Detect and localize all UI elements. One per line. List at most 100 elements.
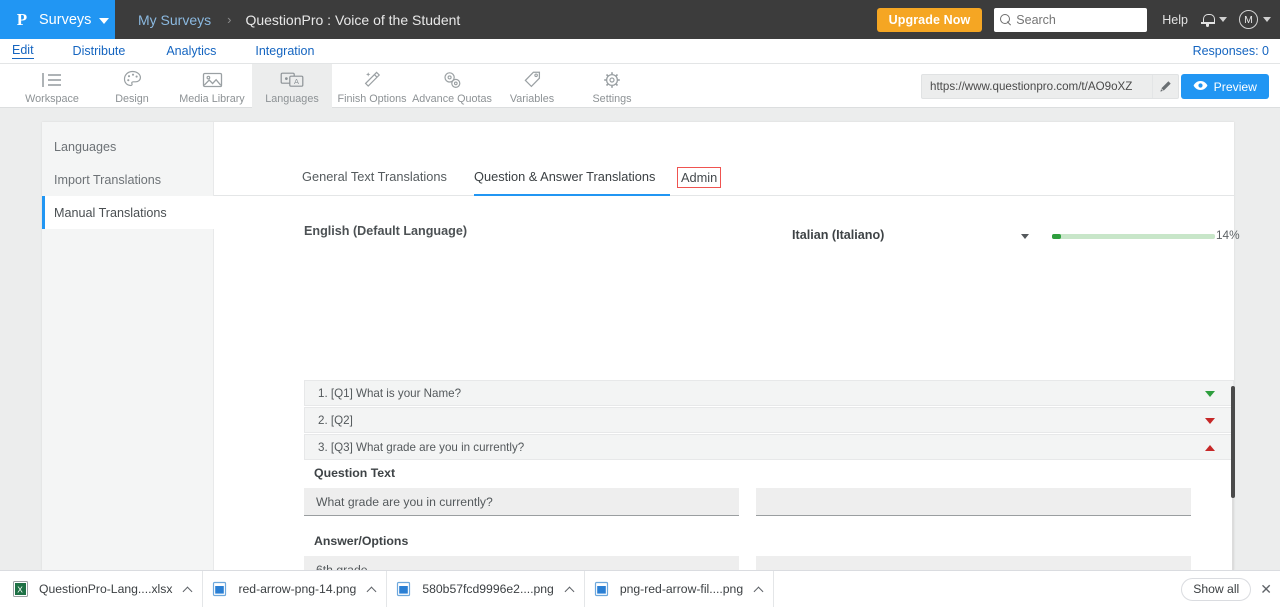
tab-admin[interactable]: Admin (677, 167, 722, 188)
answer-option-source-value: 6th grade (316, 562, 368, 571)
nav-tab-integration[interactable]: Integration (255, 44, 314, 59)
sidebar-item-languages[interactable]: Languages (42, 130, 213, 163)
chevron-down-icon (1021, 234, 1029, 239)
download-file-name: red-arrow-png-14.png (238, 582, 357, 596)
question-row-q1[interactable]: 1. [Q1] What is your Name? (304, 380, 1234, 406)
toolbar-item-settings[interactable]: Settings (572, 64, 652, 108)
chevron-up-icon[interactable] (368, 585, 377, 594)
target-language-value: Italian (Italiano) (792, 228, 885, 242)
translation-progress-bar (1052, 234, 1215, 239)
survey-url-field[interactable]: https://www.questionpro.com/t/AO9oXZ (921, 74, 1179, 99)
answer-option-row: 6th grade (304, 556, 1234, 570)
answer-options-label: Answer/Options (314, 534, 409, 548)
search-box[interactable] (994, 7, 1148, 32)
breadcrumb: My Surveys › QuestionPro : Voice of the … (138, 12, 460, 28)
brand-surveys-menu[interactable]: P Surveys (0, 0, 115, 39)
question-text-label: Question Text (314, 466, 396, 480)
target-language-select[interactable]: Italian (Italiano) (792, 222, 1035, 246)
toolbar-item-variables[interactable]: Variables (492, 64, 572, 108)
workspace-list-icon (41, 69, 63, 90)
toolbar-item-advance-quotas[interactable]: Advance Quotas (412, 64, 492, 108)
download-item[interactable]: png-red-arrow-fil....png (585, 570, 775, 607)
toolbar-item-finish-options[interactable]: Finish Options (332, 64, 412, 108)
toolbar-label: Settings (592, 93, 632, 105)
chevron-down-icon[interactable] (1205, 391, 1215, 397)
breadcrumb-my-surveys[interactable]: My Surveys (138, 12, 211, 28)
question-row-q2[interactable]: 2. [Q2] (304, 407, 1234, 433)
upgrade-now-button[interactable]: Upgrade Now (876, 7, 983, 32)
chevron-down-icon[interactable] (1205, 418, 1215, 424)
tab-question-answer-translations[interactable]: Question & Answer Translations (474, 166, 670, 196)
tag-icon (523, 69, 542, 90)
image-file-icon (396, 581, 411, 597)
chevron-down-icon (1219, 17, 1227, 22)
question-row-q3[interactable]: 3. [Q3] What grade are you in currently? (304, 434, 1234, 460)
answer-option-target-field[interactable] (756, 556, 1191, 570)
download-file-name: png-red-arrow-fil....png (619, 582, 744, 596)
question-row-label: 2. [Q2] (318, 413, 353, 427)
pencil-icon[interactable] (1152, 75, 1178, 98)
question-detail-q3: Question Text What grade are you in curr… (304, 466, 1234, 570)
preview-label: Preview (1213, 79, 1257, 94)
close-icon[interactable]: ✕ (1260, 581, 1272, 598)
download-item[interactable]: red-arrow-png-14.png (203, 570, 388, 607)
nav-tab-analytics[interactable]: Analytics (166, 44, 216, 59)
question-text-source-value: What grade are you in currently? (316, 494, 493, 509)
toolbar-label: Workspace (25, 93, 79, 105)
question-text-target-field[interactable] (756, 488, 1191, 516)
palette-icon (123, 69, 142, 90)
search-input[interactable] (1016, 12, 1135, 27)
sidebar-item-label: Import Translations (54, 172, 162, 187)
translate-icon: ● A (280, 69, 304, 90)
magic-wand-icon (362, 69, 382, 90)
question-text-row: What grade are you in currently? (304, 488, 1234, 516)
notifications-menu[interactable] (1201, 13, 1227, 27)
answer-option-source-field[interactable]: 6th grade (304, 556, 739, 570)
search-icon (1000, 13, 1012, 26)
toolbar-item-design[interactable]: Design (92, 64, 172, 108)
show-all-downloads-button[interactable]: Show all (1181, 577, 1252, 601)
download-file-name: 580b57fcd9996e2....png (422, 582, 554, 596)
sidebar-item-manual-translations[interactable]: Manual Translations (42, 196, 215, 229)
chevron-down-icon[interactable] (99, 17, 110, 24)
avatar: M (1239, 10, 1258, 29)
section-nav: Edit Distribute Analytics Integration Re… (0, 39, 1280, 64)
question-text-target-input[interactable] (768, 494, 1178, 509)
account-menu[interactable]: M (1239, 10, 1271, 29)
answer-option-target-input[interactable] (768, 562, 1178, 570)
download-item[interactable]: 580b57fcd9996e2....png (387, 570, 585, 607)
toolbar-item-languages[interactable]: ● A Languages (252, 64, 332, 108)
help-link[interactable]: Help (1162, 13, 1188, 27)
preview-button[interactable]: Preview (1180, 74, 1269, 99)
chevron-up-icon[interactable] (755, 585, 764, 594)
translation-tabs: General Text Translations Question & Ans… (214, 166, 1234, 196)
download-file-name: QuestionPro-Lang....xlsx (39, 582, 173, 596)
chevron-up-icon[interactable] (184, 585, 193, 594)
chevron-up-icon[interactable] (566, 585, 575, 594)
breadcrumb-current-survey: QuestionPro : Voice of the Student (245, 11, 461, 28)
chevron-up-icon[interactable] (1205, 445, 1215, 451)
toolbar-item-media-library[interactable]: Media Library (172, 64, 252, 108)
toolbar-label: Variables (509, 93, 555, 105)
sidebar-item-label: Languages (54, 139, 117, 154)
question-text-source-field[interactable]: What grade are you in currently? (304, 488, 739, 516)
tab-general-text-translations[interactable]: General Text Translations (302, 166, 447, 196)
survey-url-text: https://www.questionpro.com/t/AO9oXZ (930, 80, 1133, 93)
main-panel: Languages Import Translations Manual Tra… (42, 122, 1240, 607)
sidebar-item-label: Manual Translations (54, 205, 167, 220)
download-item[interactable]: X QuestionPro-Lang....xlsx (0, 570, 204, 607)
sidebar-item-import-translations[interactable]: Import Translations (42, 163, 213, 196)
svg-text:●: ● (284, 76, 288, 83)
toolbar-item-workspace[interactable]: Workspace (12, 64, 92, 108)
notification-bell-icon (1201, 13, 1215, 27)
gears-icon (442, 69, 463, 90)
responses-count: Responses: 0 (1192, 44, 1269, 58)
nav-tab-edit[interactable]: Edit (12, 43, 34, 59)
nav-tab-distribute[interactable]: Distribute (73, 44, 126, 59)
inner-scrollbar-thumb[interactable] (1231, 386, 1235, 498)
questionpro-p-logo-icon: P (16, 10, 28, 29)
gear-icon (602, 69, 622, 90)
question-row-label: 3. [Q3] What grade are you in currently? (318, 440, 525, 454)
top-bar: P Surveys My Surveys › QuestionPro : Voi… (0, 0, 1280, 39)
image-file-icon (594, 581, 609, 597)
